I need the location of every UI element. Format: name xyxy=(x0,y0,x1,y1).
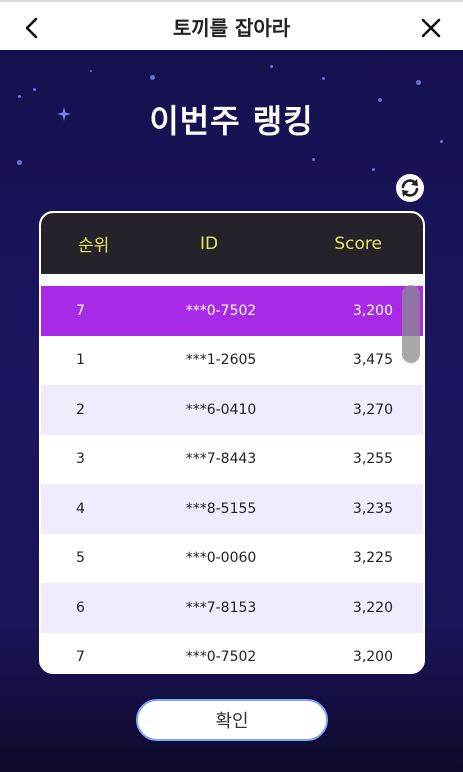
star-decoration xyxy=(150,75,155,80)
table-row: 5 ***0-0060 3,225 xyxy=(41,533,423,583)
refresh-button[interactable] xyxy=(396,174,424,202)
id-cell: ***0-0060 xyxy=(185,550,257,567)
star-decoration xyxy=(416,80,421,85)
table-row: 2 ***6-0410 3,270 xyxy=(41,385,423,435)
app-title: 토끼를 잡아라 xyxy=(172,15,291,40)
star-decoration xyxy=(33,88,36,91)
id-cell: ***7-8153 xyxy=(185,599,257,616)
id-cell: ***0-7502 xyxy=(185,302,257,319)
star-decoration xyxy=(17,160,22,165)
close-button[interactable] xyxy=(413,10,449,46)
confirm-button[interactable]: 확인 xyxy=(136,699,328,741)
score-cell: 3,235 xyxy=(352,500,393,517)
app-header: 토끼를 잡아라 xyxy=(0,0,463,50)
table-row: 4 ***8-5155 3,235 xyxy=(41,484,423,534)
scrollbar-thumb[interactable] xyxy=(402,285,420,363)
rank-cell: 4 xyxy=(76,500,85,517)
id-cell: ***1-2605 xyxy=(185,352,257,369)
rank-cell: 7 xyxy=(76,649,85,662)
star-decoration xyxy=(90,70,92,72)
column-header-rank: 순위 xyxy=(78,236,110,256)
id-cell: ***6-0410 xyxy=(185,401,257,418)
table-row: 1 ***1-2605 3,475 xyxy=(41,335,423,385)
rank-cell: 5 xyxy=(76,550,85,567)
score-cell: 3,200 xyxy=(352,649,393,662)
table-row: 6 ***7-8153 3,220 xyxy=(41,583,423,633)
column-header-score: Score xyxy=(334,233,382,254)
score-cell: 3,220 xyxy=(352,599,393,616)
page-title: 이번주 랭킹 xyxy=(149,102,314,140)
star-decoration xyxy=(270,65,273,68)
chevron-left-icon xyxy=(25,17,38,39)
id-cell: ***8-5155 xyxy=(185,500,257,517)
my-rank-row: 7 ***0-7502 3,200 xyxy=(41,286,423,336)
id-cell: ***0-7502 xyxy=(185,649,257,662)
back-button[interactable] xyxy=(14,10,50,46)
rank-cell: 7 xyxy=(76,302,85,319)
column-header-id: ID xyxy=(200,233,219,254)
id-cell: ***7-8443 xyxy=(185,451,257,468)
star-decoration xyxy=(372,168,375,171)
score-cell: 3,270 xyxy=(352,401,393,418)
ranking-card: 순위 ID Score 7 ***0-7502 3,200 1 ***1-260… xyxy=(39,211,425,674)
refresh-icon xyxy=(401,179,419,197)
table-row: 7 ***0-7502 3,200 xyxy=(41,632,423,662)
close-icon xyxy=(421,18,441,38)
score-cell: 3,255 xyxy=(352,451,393,468)
star-decoration xyxy=(322,77,325,80)
rank-cell: 3 xyxy=(76,451,85,468)
table-header: 순위 ID Score xyxy=(41,213,423,274)
rank-cell: 6 xyxy=(76,599,85,616)
table-row: 3 ***7-8443 3,255 xyxy=(41,434,423,484)
rank-cell: 1 xyxy=(76,352,85,369)
ranking-list[interactable]: 7 ***0-7502 3,200 1 ***1-2605 3,475 2 **… xyxy=(41,286,423,662)
rank-cell: 2 xyxy=(76,401,85,418)
star-decoration xyxy=(312,158,315,161)
score-cell: 3,225 xyxy=(352,550,393,567)
